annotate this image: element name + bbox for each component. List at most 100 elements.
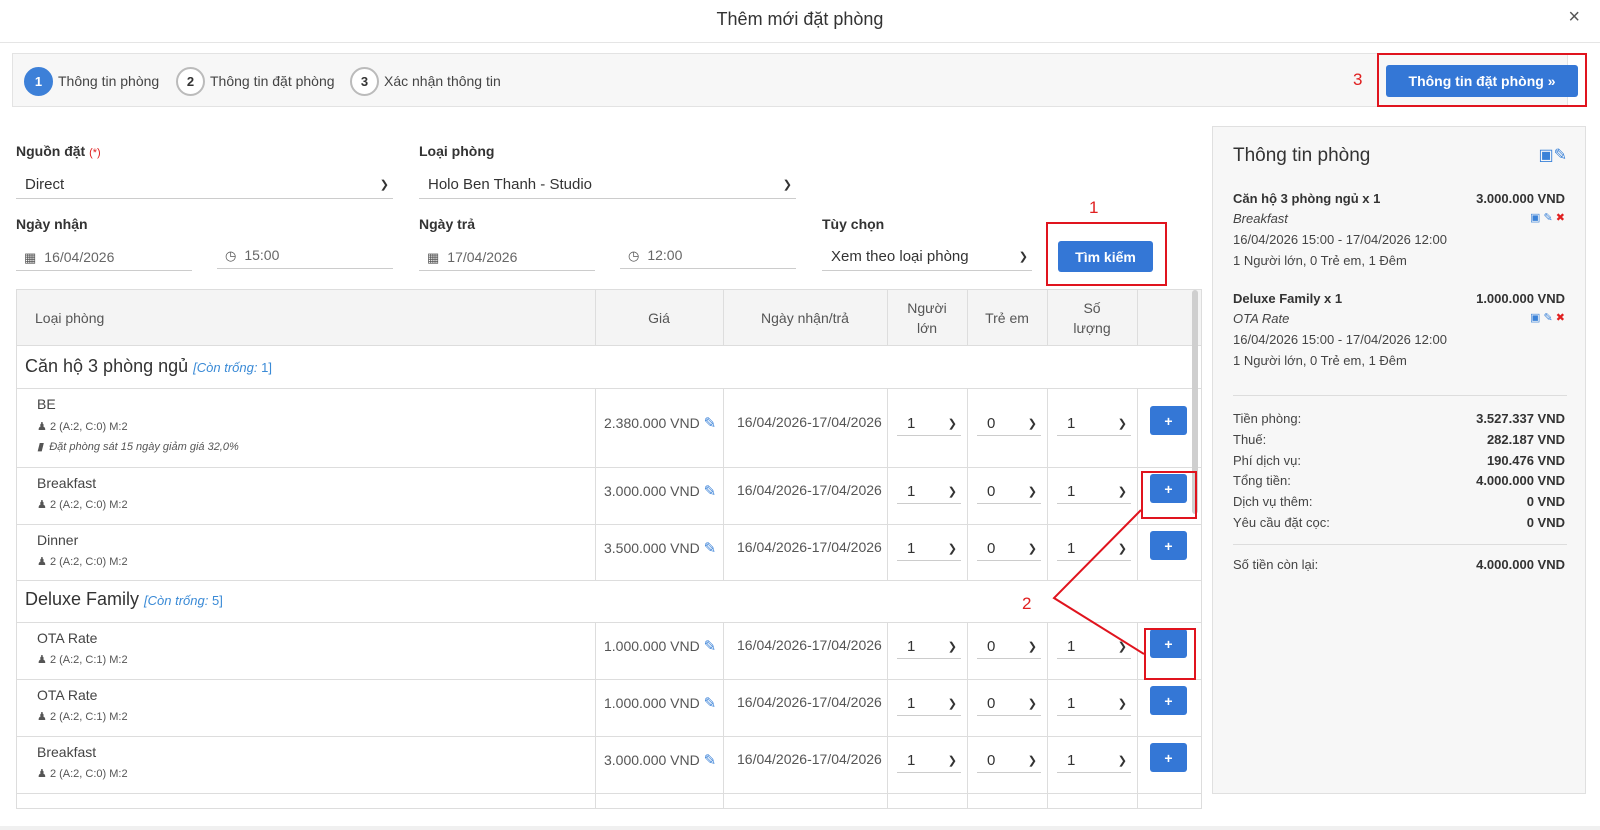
users-icon: ♟ xyxy=(37,421,47,433)
remove-icon[interactable]: ✖ xyxy=(1556,212,1565,224)
divider xyxy=(967,290,968,346)
summary-item-amount: 1.000.000 VND xyxy=(1476,291,1565,306)
remaining-value: 4.000.000 VND xyxy=(1476,557,1565,572)
occupancy-text: 2 (A:2, C:0) M:2 xyxy=(49,768,128,780)
divider xyxy=(1047,290,1048,346)
quantity-select[interactable]: 1 ❯ xyxy=(1057,749,1131,773)
th-adults-line1: Người xyxy=(907,300,947,316)
checkout-date-field[interactable]: ▦ 17/04/2026 xyxy=(419,243,595,271)
footer-divider xyxy=(0,826,1600,830)
source-select[interactable]: Direct ❯ xyxy=(16,171,393,199)
children-select[interactable]: 0 ❯ xyxy=(977,749,1041,773)
money-icon[interactable]: ▣ xyxy=(1530,312,1540,324)
availability-label: [Còn trống: xyxy=(193,360,258,375)
option-select[interactable]: Xem theo loại phòng ❯ xyxy=(822,243,1032,271)
divider xyxy=(967,622,968,808)
checkin-time-field[interactable]: ◷ 15:00 xyxy=(217,241,393,269)
children-value: 0 xyxy=(987,483,996,500)
divider xyxy=(1137,290,1138,346)
divider xyxy=(1233,544,1567,545)
children-value: 0 xyxy=(987,695,996,712)
remove-icon[interactable]: ✖ xyxy=(1556,312,1565,324)
promotion: ▮ Đặt phòng sát 15 ngày giảm giá 32,0% xyxy=(37,440,239,453)
children-value: 0 xyxy=(987,415,996,432)
children-select[interactable]: 0 ❯ xyxy=(977,480,1041,504)
edit-icon[interactable]: ✎ xyxy=(1544,212,1553,224)
adults-select[interactable]: 1 ❯ xyxy=(897,412,961,436)
divider xyxy=(1137,622,1138,808)
chevron-down-icon: ❯ xyxy=(1117,543,1127,555)
checkout-time-field[interactable]: ◷ 12:00 xyxy=(620,241,796,269)
availability-close: ] xyxy=(268,360,272,375)
edit-icon[interactable]: ✎ xyxy=(704,540,717,557)
table-header: Loại phòng Giá Ngày nhận/trả Người lớn T… xyxy=(17,290,1201,346)
quantity-select[interactable]: 1 ❯ xyxy=(1057,480,1131,504)
edit-icon[interactable]: ✎ xyxy=(704,638,717,655)
money-icon[interactable]: ▣ xyxy=(1530,212,1540,224)
divider xyxy=(17,793,1201,794)
total-value: 4.000.000 VND xyxy=(1476,473,1565,488)
chevron-down-icon: ❯ xyxy=(947,418,957,430)
bookmark-icon: ▮ xyxy=(37,441,44,453)
step-confirm[interactable]: 3 Xác nhận thông tin xyxy=(350,66,501,96)
edit-icon[interactable]: ✎ xyxy=(704,752,717,769)
add-room-button[interactable]: + xyxy=(1150,406,1187,435)
quantity-select[interactable]: 1 ❯ xyxy=(1057,412,1131,436)
th-room-type: Loại phòng xyxy=(35,310,105,326)
children-select[interactable]: 0 ❯ xyxy=(977,537,1041,561)
edit-icon[interactable]: ✎ xyxy=(704,695,717,712)
children-value: 0 xyxy=(987,540,996,557)
quantity-select[interactable]: 1 ❯ xyxy=(1057,692,1131,716)
adults-select[interactable]: 1 ❯ xyxy=(897,635,961,659)
next-step-button[interactable]: Thông tin đặt phòng » xyxy=(1386,65,1578,97)
quantity-select[interactable]: 1 ❯ xyxy=(1057,635,1131,659)
step-room-info[interactable]: 1 Thông tin phòng xyxy=(24,66,159,96)
occupancy: ♟ 2 (A:2, C:0) M:2 xyxy=(37,498,128,511)
occupancy-text: 2 (A:2, C:1) M:2 xyxy=(49,711,128,723)
children-select[interactable]: 0 ❯ xyxy=(977,635,1041,659)
availability-label: [Còn trống: xyxy=(144,593,209,608)
checkin-date-field[interactable]: ▦ 16/04/2026 xyxy=(16,243,192,271)
chevron-down-icon: ❯ xyxy=(947,641,957,653)
quantity-select[interactable]: 1 ❯ xyxy=(1057,537,1131,561)
add-room-button[interactable]: + xyxy=(1150,686,1187,715)
chevron-down-icon: ❯ xyxy=(947,755,957,767)
chevron-down-icon: ❯ xyxy=(379,179,389,191)
add-room-button[interactable]: + xyxy=(1150,743,1187,772)
rate-name: BE xyxy=(37,396,56,412)
th-price: Giá xyxy=(648,310,670,326)
source-value: Direct xyxy=(25,176,65,193)
adults-select[interactable]: 1 ❯ xyxy=(897,749,961,773)
clock-icon: ◷ xyxy=(225,248,237,263)
rate-price: 3.000.000 VND ✎ xyxy=(604,751,722,769)
rate-dates: 16/04/2026-17/04/2026 xyxy=(737,482,882,498)
chevron-down-icon: ❯ xyxy=(947,543,957,555)
room-type-select[interactable]: Holo Ben Thanh - Studio ❯ xyxy=(419,171,796,199)
chevron-down-icon: ❯ xyxy=(1117,486,1127,498)
rate-dates: 16/04/2026-17/04/2026 xyxy=(737,637,882,653)
edit-icon[interactable]: ✎ xyxy=(704,483,717,500)
children-select[interactable]: 0 ❯ xyxy=(977,692,1041,716)
add-room-button[interactable]: + xyxy=(1150,531,1187,560)
price-text: 3.000.000 VND xyxy=(604,752,700,768)
step-label: Thông tin đặt phòng xyxy=(210,73,335,89)
children-select[interactable]: 0 ❯ xyxy=(977,412,1041,436)
summary-item-name: Căn hộ 3 phòng ngủ x 1 xyxy=(1233,191,1381,206)
edit-icon[interactable]: ✎ xyxy=(1554,147,1567,164)
edit-icon[interactable]: ✎ xyxy=(704,415,717,432)
occupancy: ♟ 2 (A:2, C:0) M:2 xyxy=(37,555,128,568)
adults-select[interactable]: 1 ❯ xyxy=(897,692,961,716)
occupancy-text: 2 (A:2, C:0) M:2 xyxy=(49,499,128,511)
step-booking-info[interactable]: 2 Thông tin đặt phòng xyxy=(176,66,335,96)
edit-icon[interactable]: ✎ xyxy=(1544,312,1553,324)
summary-item-rate: OTA Rate xyxy=(1233,311,1290,326)
booking-summary-panel: Thông tin phòng ▣✎ Căn hộ 3 phòng ngủ x … xyxy=(1212,126,1586,794)
chevron-down-icon: ❯ xyxy=(947,486,957,498)
chevron-down-icon: ❯ xyxy=(782,179,792,191)
search-button[interactable]: Tìm kiếm xyxy=(1058,241,1153,272)
adults-select[interactable]: 1 ❯ xyxy=(897,537,961,561)
availability: [Còn trống: 1] xyxy=(193,360,272,375)
adults-select[interactable]: 1 ❯ xyxy=(897,480,961,504)
money-icon[interactable]: ▣ xyxy=(1538,147,1553,164)
close-icon[interactable]: × xyxy=(1568,6,1580,29)
